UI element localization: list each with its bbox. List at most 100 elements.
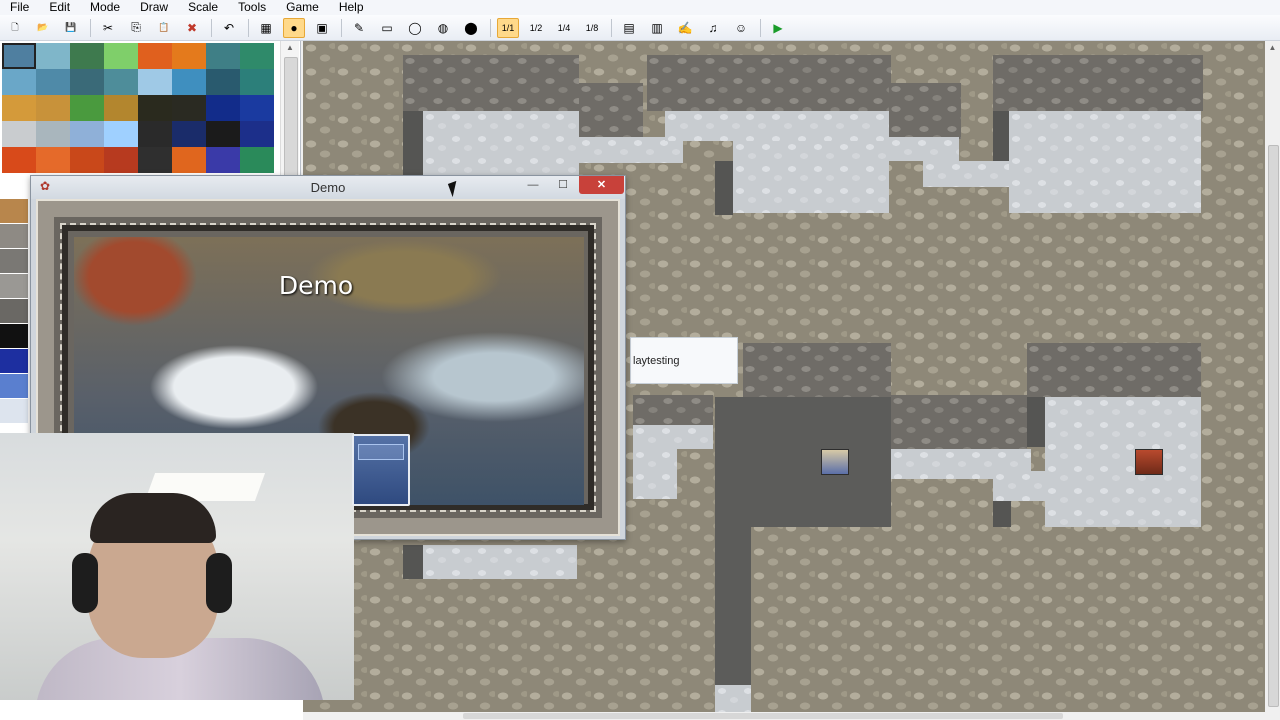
scroll-up-icon[interactable]: ▲ [281,41,299,55]
tile-swatch[interactable] [2,147,36,173]
tile-swatch[interactable] [0,249,28,273]
tile-swatch[interactable] [104,43,138,69]
region-layer-button[interactable]: ▣ [311,18,333,38]
maximize-button[interactable]: ☐ [549,176,577,194]
shadow-pen-button[interactable]: ⬤ [460,18,482,38]
zoom-1-1-button[interactable]: 1/1 [497,17,519,38]
minimize-button[interactable]: — [519,176,547,194]
tile-swatch[interactable] [36,95,70,121]
character-generator-button[interactable]: ☺ [730,18,752,38]
tile-swatch[interactable] [2,69,36,95]
tile-swatch[interactable] [240,121,274,147]
tile-swatch[interactable] [0,374,28,398]
tile-swatch[interactable] [206,95,240,121]
tile-swatch[interactable] [2,43,36,69]
undo-button[interactable]: ↶ [218,18,240,38]
tile-swatch[interactable] [70,121,104,147]
menu-help[interactable]: Help [329,0,374,15]
menu-draw[interactable]: Draw [130,0,178,15]
tile-swatch[interactable] [36,69,70,95]
close-button[interactable]: ✕ [579,176,624,194]
tile-swatch[interactable] [0,224,28,248]
delete-button[interactable]: ✖ [181,18,203,38]
title-command-window[interactable] [352,434,410,506]
menu-game[interactable]: Game [276,0,329,15]
tile-swatch[interactable] [172,121,206,147]
tile-swatch[interactable] [206,147,240,173]
resource-manager-button[interactable]: ▥ [646,18,668,38]
tile-swatch[interactable] [206,121,240,147]
tile-swatch[interactable] [138,95,172,121]
tile-swatch[interactable] [104,95,138,121]
map-hscroll-thumb[interactable] [463,713,1063,719]
scroll-up-icon[interactable]: ▲ [1265,43,1280,52]
tile-swatch[interactable] [0,399,28,423]
tile-swatch[interactable] [2,95,36,121]
tile-swatch[interactable] [70,43,104,69]
tile-swatch[interactable] [36,147,70,173]
tile-swatch[interactable] [70,69,104,95]
map-vscroll-thumb[interactable] [1268,145,1279,707]
map-horizontal-scrollbar[interactable] [303,712,1280,720]
tile-swatch[interactable] [138,121,172,147]
menu-tools[interactable]: Tools [228,0,276,15]
database-button[interactable]: ▤ [618,18,640,38]
tile-swatch[interactable] [138,43,172,69]
tile-swatch[interactable] [206,43,240,69]
sound-test-button[interactable]: ♫ [702,18,724,38]
tile-swatch[interactable] [36,121,70,147]
tile-swatch[interactable] [0,349,28,373]
tile-swatch[interactable] [138,147,172,173]
headset-right-icon [206,553,232,613]
zoom-1-8-button[interactable]: 1/8 [581,18,603,38]
save-project-button[interactable]: 💾 [60,18,82,38]
pencil-button[interactable]: ✎ [348,18,370,38]
playtest-button[interactable]: ▶ [767,18,789,38]
tile-swatch[interactable] [240,43,274,69]
new-project-button[interactable]: 🗋 [4,18,26,38]
tile-swatch[interactable] [172,69,206,95]
tile-swatch[interactable] [240,95,274,121]
menu-file[interactable]: File [0,0,39,15]
tile-swatch[interactable] [0,274,28,298]
open-project-button[interactable]: 📂 [32,18,54,38]
zoom-1-4-button[interactable]: 1/4 [553,18,575,38]
map-vertical-scrollbar[interactable]: ▲ [1265,41,1280,712]
tile-swatch[interactable] [206,69,240,95]
event-layer-button[interactable]: ● [283,17,305,38]
tile-swatch[interactable] [36,43,70,69]
tile-swatch[interactable] [70,147,104,173]
tile-swatch[interactable] [0,324,28,348]
tile-swatch[interactable] [0,299,28,323]
tile-swatch[interactable] [0,199,28,223]
tile-swatch[interactable] [172,95,206,121]
menu-mode[interactable]: Mode [80,0,130,15]
script-editor-button[interactable]: ✍ [674,18,696,38]
ellipse-button[interactable]: ◯ [404,18,426,38]
tile-swatch[interactable] [104,121,138,147]
tile-swatch[interactable] [240,69,274,95]
menu-scale[interactable]: Scale [178,0,228,15]
treasure-chest-event[interactable] [1135,449,1163,475]
tile-swatch[interactable] [172,147,206,173]
tile-swatch[interactable] [104,147,138,173]
palette-scroll-thumb[interactable] [284,57,298,179]
tile-swatch[interactable] [104,69,138,95]
tile-swatch[interactable] [70,95,104,121]
tile-swatch[interactable] [138,69,172,95]
tile-swatch[interactable] [240,147,274,173]
map-floor [923,161,1013,187]
fill-button[interactable]: ◍ [432,18,454,38]
demo-window-titlebar[interactable]: ✿ Demo — ☐ ✕ [31,176,625,199]
tile-swatch[interactable] [2,121,36,147]
menu-edit[interactable]: Edit [39,0,80,15]
tile-swatch[interactable] [172,43,206,69]
cut-button[interactable]: ✂ [97,18,119,38]
rectangle-button[interactable]: ▭ [376,18,398,38]
zoom-1-2-button[interactable]: 1/2 [525,18,547,38]
paste-button[interactable]: 📋 [153,18,175,38]
map-layer-button[interactable]: ▦ [255,18,277,38]
pencil-icon: ✎ [353,20,365,35]
copy-button[interactable]: ⎘ [125,18,147,38]
player-start-event[interactable] [821,449,849,475]
